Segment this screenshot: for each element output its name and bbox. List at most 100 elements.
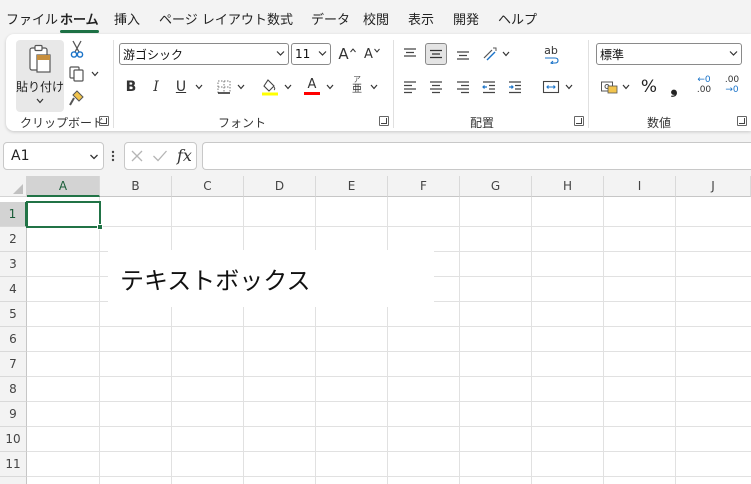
row-header-9[interactable]: 9 xyxy=(0,402,27,427)
cut-button[interactable] xyxy=(66,38,88,60)
number-group-label: 数値 xyxy=(646,116,671,130)
column-header-i[interactable]: I xyxy=(604,176,676,197)
copy-button[interactable] xyxy=(66,63,88,85)
column-header-h[interactable]: H xyxy=(532,176,604,197)
column-header-e[interactable]: E xyxy=(316,176,388,197)
copy-icon xyxy=(69,66,84,82)
font-color-dropdown[interactable] xyxy=(325,76,335,98)
paste-button[interactable]: 貼り付け xyxy=(16,40,64,112)
align-left-button[interactable] xyxy=(399,76,421,98)
row-header-1[interactable]: 1 xyxy=(0,202,27,227)
tab-review[interactable]: 校閲 xyxy=(363,9,389,28)
decrease-indent-button[interactable] xyxy=(478,76,500,98)
chevron-down-icon xyxy=(622,84,630,90)
tab-page-layout[interactable]: ページ レイアウト xyxy=(159,9,267,28)
more-options-icon[interactable] xyxy=(110,149,116,163)
comma-style-button[interactable]: ❟ xyxy=(663,76,685,98)
phonetic-top-icon: ア xyxy=(353,75,361,84)
align-bottom-button[interactable] xyxy=(452,43,474,65)
column-header-a[interactable]: A xyxy=(27,176,100,197)
column-header-d[interactable]: D xyxy=(244,176,316,197)
row-header-10[interactable]: 10 xyxy=(0,427,27,452)
merge-center-button[interactable] xyxy=(540,76,562,98)
gridline xyxy=(27,351,751,352)
tab-data[interactable]: データ xyxy=(311,9,350,28)
orientation-button[interactable] xyxy=(479,43,501,65)
font-group-label: フォント xyxy=(217,116,266,130)
tab-view[interactable]: 表示 xyxy=(408,9,434,28)
gridline xyxy=(315,197,316,484)
row-header-12[interactable] xyxy=(0,477,27,484)
decrease-decimal-button[interactable]: .00 →0 xyxy=(720,74,744,96)
phonetic-dropdown[interactable] xyxy=(369,76,379,98)
fill-color-dropdown[interactable] xyxy=(283,76,293,98)
tab-developer[interactable]: 開発 xyxy=(453,9,479,28)
chevron-down-icon xyxy=(326,84,334,90)
format-painter-button[interactable] xyxy=(66,87,88,109)
fill-color-button[interactable] xyxy=(259,76,281,98)
accounting-format-dropdown[interactable] xyxy=(621,76,631,98)
formula-input[interactable] xyxy=(202,142,751,170)
merge-center-dropdown[interactable] xyxy=(564,76,574,98)
align-center-button[interactable] xyxy=(425,76,447,98)
number-format-select[interactable]: 標準 xyxy=(596,43,742,65)
column-header-c[interactable]: C xyxy=(172,176,244,197)
borders-dropdown[interactable] xyxy=(236,76,246,98)
row-header-5[interactable]: 5 xyxy=(0,302,27,327)
format-painter-icon xyxy=(69,90,84,106)
tab-file[interactable]: ファイル xyxy=(6,9,58,28)
italic-button[interactable]: I xyxy=(145,76,167,98)
font-name-select[interactable]: 游ゴシック xyxy=(119,43,289,65)
cancel-icon[interactable] xyxy=(130,149,144,163)
underline-button[interactable]: U xyxy=(170,76,192,98)
row-header-7[interactable]: 7 xyxy=(0,352,27,377)
orientation-dropdown[interactable] xyxy=(501,43,511,65)
grow-font-button[interactable]: A xyxy=(336,43,358,65)
align-bottom-icon xyxy=(457,51,469,60)
tab-home[interactable]: ホーム xyxy=(60,9,99,33)
copy-dropdown[interactable] xyxy=(90,63,100,85)
accounting-format-button[interactable] xyxy=(598,76,620,98)
tab-help[interactable]: ヘルプ xyxy=(498,9,537,28)
row-header-8[interactable]: 8 xyxy=(0,377,27,402)
active-cell-a1[interactable] xyxy=(26,201,103,230)
worksheet-grid[interactable]: A B C D E F G H I J 1 2 3 4 5 6 7 8 9 10… xyxy=(0,176,751,484)
column-header-g[interactable]: G xyxy=(460,176,532,197)
insert-function-icon[interactable]: fx xyxy=(177,146,192,165)
fill-handle[interactable] xyxy=(97,224,103,230)
text-box[interactable]: テキストボックス xyxy=(108,250,434,307)
bold-button[interactable]: B xyxy=(120,76,142,98)
row-header-11[interactable]: 11 xyxy=(0,452,27,477)
percent-style-button[interactable]: % xyxy=(638,76,660,98)
column-header-f[interactable]: F xyxy=(388,176,460,197)
row-header-6[interactable]: 6 xyxy=(0,327,27,352)
align-top-button[interactable] xyxy=(399,43,421,65)
name-box[interactable]: A1 xyxy=(3,142,104,170)
number-dialog-launcher[interactable] xyxy=(737,116,747,126)
alignment-dialog-launcher[interactable] xyxy=(574,116,584,126)
enter-icon[interactable] xyxy=(152,149,168,163)
row-header-2[interactable]: 2 xyxy=(0,227,27,252)
borders-button[interactable] xyxy=(213,76,235,98)
align-center-icon xyxy=(430,81,442,94)
column-header-j[interactable]: J xyxy=(676,176,751,197)
font-size-select[interactable]: 11 xyxy=(291,43,331,65)
font-color-button[interactable]: A xyxy=(301,76,323,98)
shrink-font-button[interactable]: A xyxy=(361,43,383,65)
wrap-text-button[interactable]: ab xyxy=(540,43,562,65)
column-header-b[interactable]: B xyxy=(100,176,172,197)
font-dialog-launcher[interactable] xyxy=(379,116,389,126)
increase-decimal-button[interactable]: ←0 .00 xyxy=(692,74,716,96)
increase-indent-button[interactable] xyxy=(504,76,526,98)
tab-insert[interactable]: 挿入 xyxy=(114,9,140,28)
align-right-button[interactable] xyxy=(452,76,474,98)
row-header-3[interactable]: 3 xyxy=(0,252,27,277)
underline-dropdown[interactable] xyxy=(194,76,204,98)
clipboard-dialog-launcher[interactable] xyxy=(99,116,109,126)
select-all-button[interactable] xyxy=(0,176,27,197)
tab-formulas[interactable]: 数式 xyxy=(267,9,293,28)
row-header-4[interactable]: 4 xyxy=(0,277,27,302)
align-middle-button[interactable] xyxy=(425,43,447,65)
group-separator xyxy=(393,40,394,128)
phonetic-guide-button[interactable]: ア 亜 xyxy=(346,74,368,96)
